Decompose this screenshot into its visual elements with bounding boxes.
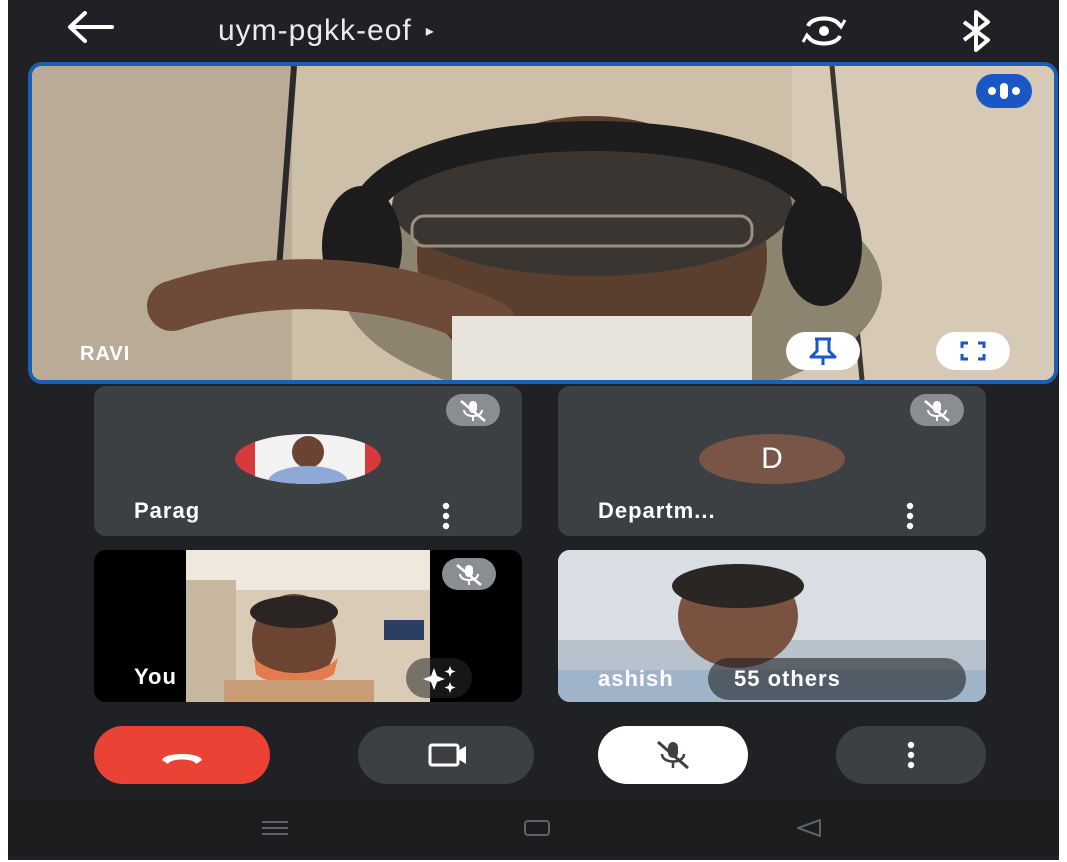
participant-options-button[interactable] <box>900 498 920 534</box>
participant-name: Parag <box>134 498 201 523</box>
call-controls <box>8 720 1059 790</box>
home-icon <box>524 820 550 836</box>
audio-output-button[interactable] <box>956 10 996 52</box>
meet-call-screen: uym-pgkk-eof ▸ RAVI Parag D Departm... Y… <box>8 0 1059 860</box>
video-camera-icon <box>428 743 466 767</box>
home-button[interactable] <box>520 814 554 842</box>
participant-tile-parag[interactable]: Parag <box>94 386 522 536</box>
participant-name: ashish <box>598 666 674 691</box>
mic-off-icon <box>456 564 482 586</box>
participant-options-button[interactable] <box>436 498 456 534</box>
speaking-indicator-icon <box>988 83 1020 99</box>
participant-name: RAVI <box>80 343 131 365</box>
nav-back-icon <box>797 819 821 837</box>
pin-button[interactable] <box>786 332 860 370</box>
mic-off-icon <box>924 400 950 422</box>
avatar <box>235 434 381 484</box>
participant-name: You <box>134 664 177 689</box>
recents-icon <box>262 821 288 835</box>
speaking-indicator <box>976 74 1032 108</box>
more-vert-icon <box>442 502 450 530</box>
fullscreen-button[interactable] <box>936 332 1010 370</box>
bluetooth-icon <box>962 10 990 52</box>
microphone-toggle-button[interactable] <box>598 726 748 784</box>
switch-camera-icon <box>801 16 847 46</box>
mute-badge <box>442 558 496 590</box>
meeting-code-button[interactable]: uym-pgkk-eof ▸ <box>218 10 435 52</box>
others-count-chip[interactable]: 55 others <box>708 658 966 700</box>
active-speaker-tile[interactable]: RAVI <box>28 62 1058 384</box>
participant-name: Departm... <box>598 498 716 523</box>
self-view-tile[interactable]: You <box>94 550 522 702</box>
system-nav-bar <box>8 800 1059 856</box>
mic-off-icon <box>460 400 486 422</box>
switch-camera-button[interactable] <box>798 12 850 50</box>
mic-off-icon <box>657 740 689 770</box>
more-vert-icon <box>907 741 915 769</box>
participant-tile-department[interactable]: D Departm... <box>558 386 986 536</box>
more-vert-icon <box>906 502 914 530</box>
sparkle-effects-icon <box>423 666 456 693</box>
fullscreen-icon <box>960 341 986 361</box>
recents-button[interactable] <box>258 814 292 842</box>
others-count: 55 others <box>734 666 841 691</box>
camera-toggle-button[interactable] <box>358 726 534 784</box>
mute-badge <box>446 394 500 426</box>
nav-back-button[interactable] <box>792 814 826 842</box>
pin-icon <box>809 337 837 365</box>
back-button[interactable] <box>60 10 120 52</box>
meeting-code: uym-pgkk-eof <box>218 14 412 47</box>
participant-tile-ashish[interactable]: ashish 55 others <box>558 550 986 702</box>
more-options-button[interactable] <box>836 726 986 784</box>
end-call-icon <box>162 754 202 764</box>
avatar: D <box>699 434 845 484</box>
caret-right-icon: ▸ <box>425 23 435 41</box>
mute-badge <box>910 394 964 426</box>
top-bar: uym-pgkk-eof ▸ <box>8 0 1059 60</box>
arrow-left-icon <box>68 11 114 43</box>
visual-effects-button[interactable] <box>406 658 472 698</box>
participant-video <box>32 66 1054 380</box>
end-call-button[interactable] <box>94 726 270 784</box>
avatar-photo <box>235 434 381 484</box>
